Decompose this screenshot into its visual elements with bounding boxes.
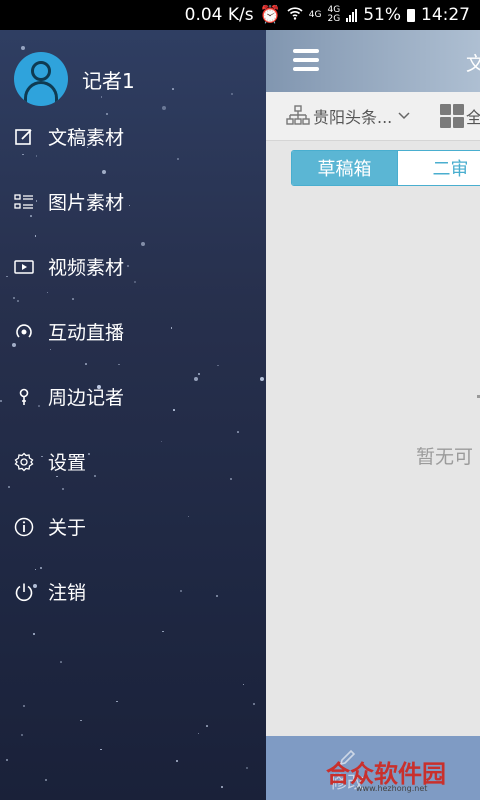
tab-second-review[interactable]: 二审: [398, 151, 480, 185]
menu-icon[interactable]: [293, 49, 319, 71]
battery-percent: 51%: [363, 5, 401, 25]
menu-item-settings[interactable]: 设置: [0, 429, 266, 494]
drawer-menu: 文稿素材 图片素材 视频素材 互动直播 周边记者 设置 关于 注销: [0, 104, 266, 624]
menu-item-label: 周边记者: [48, 387, 125, 409]
alarm-icon: ⏰: [259, 5, 281, 25]
page-title: 文: [466, 53, 480, 75]
battery-icon: [407, 8, 415, 22]
star-decoration: [172, 88, 174, 90]
star-decoration: [253, 703, 256, 706]
bottom-action-bar: 修改 合众软件园 www.hezhong.net: [266, 736, 480, 800]
watermark-url: www.hezhong.net: [356, 784, 428, 793]
user-profile[interactable]: 记者1: [14, 52, 135, 106]
user-name: 记者1: [82, 68, 135, 93]
wifi-icon: [287, 5, 303, 25]
network-2g-label: 2G: [327, 14, 341, 24]
star-decoration: [60, 661, 62, 663]
star-decoration: [162, 630, 164, 633]
menu-item-logout[interactable]: 注销: [0, 559, 266, 624]
power-icon: [14, 582, 34, 602]
status-bar: 0.04 K/s ⏰ 4G 4G 2G 51% 14:27: [0, 0, 480, 30]
star-decoration: [44, 779, 47, 782]
star-decoration: [206, 725, 208, 727]
menu-item-videos[interactable]: 视频素材: [0, 234, 266, 299]
navigation-drawer: 记者1 文稿素材 图片素材 视频素材 互动直播 周边记者 设置 关于 注销: [0, 30, 266, 800]
menu-item-label: 注销: [48, 582, 87, 604]
menu-item-label: 设置: [48, 452, 87, 474]
top-app-bar: 文: [266, 30, 480, 92]
star-decoration: [22, 705, 25, 708]
menu-item-label: 视频素材: [48, 257, 125, 279]
menu-item-nearby-reporters[interactable]: 周边记者: [0, 364, 266, 429]
org-chart-icon: [286, 105, 310, 127]
video-icon: [14, 257, 34, 277]
channel-filter-dropdown[interactable]: 贵阳头条...: [286, 104, 410, 128]
status-tabs: 草稿箱 二审: [291, 150, 480, 186]
star-decoration: [5, 759, 8, 762]
main-content: 文 贵阳头条... 全 草稿箱 二审 暂无可 修改 合众软件园 www.hezh…: [266, 30, 480, 800]
menu-item-about[interactable]: 关于: [0, 494, 266, 559]
star-decoration: [32, 632, 35, 635]
menu-item-label: 关于: [48, 517, 87, 539]
menu-item-live[interactable]: 互动直播: [0, 299, 266, 364]
clock: 14:27: [421, 5, 470, 25]
gear-icon: [14, 452, 34, 472]
menu-item-label: 文稿素材: [48, 127, 125, 149]
tab-drafts[interactable]: 草稿箱: [292, 151, 398, 185]
network-speed: 0.04 K/s: [184, 5, 254, 25]
broadcast-icon: [14, 322, 34, 342]
star-decoration: [242, 683, 245, 686]
star-decoration: [21, 45, 26, 50]
filter-bar: 贵阳头条... 全: [266, 92, 480, 141]
star-decoration: [116, 700, 118, 703]
star-decoration: [197, 732, 199, 735]
star-decoration: [246, 767, 249, 770]
avatar[interactable]: [14, 52, 68, 106]
star-decoration: [220, 786, 223, 789]
menu-item-manuscripts[interactable]: 文稿素材: [0, 104, 266, 169]
info-icon: [14, 517, 34, 537]
category-filter-dropdown[interactable]: 全: [440, 104, 480, 128]
network-type-stack: 4G 2G: [328, 6, 341, 24]
grid-icon: [440, 104, 464, 128]
location-pin-icon: [14, 387, 34, 407]
star-decoration: [230, 92, 233, 95]
star-decoration: [175, 760, 178, 763]
menu-item-label: 互动直播: [48, 322, 125, 344]
star-decoration: [20, 733, 23, 736]
chevron-down-icon: [398, 109, 410, 123]
empty-state-text: 暂无可: [416, 446, 474, 468]
star-decoration: [80, 719, 82, 722]
menu-item-label: 图片素材: [48, 192, 125, 214]
category-filter-label: 全: [466, 108, 480, 127]
channel-filter-label: 贵阳头条...: [313, 108, 393, 127]
list-icon: [14, 192, 34, 212]
edit-icon: [14, 127, 34, 147]
signal-icon: [346, 8, 358, 22]
menu-item-images[interactable]: 图片素材: [0, 169, 266, 234]
network-4g-label: 4G: [308, 9, 322, 20]
star-decoration: [100, 748, 102, 751]
